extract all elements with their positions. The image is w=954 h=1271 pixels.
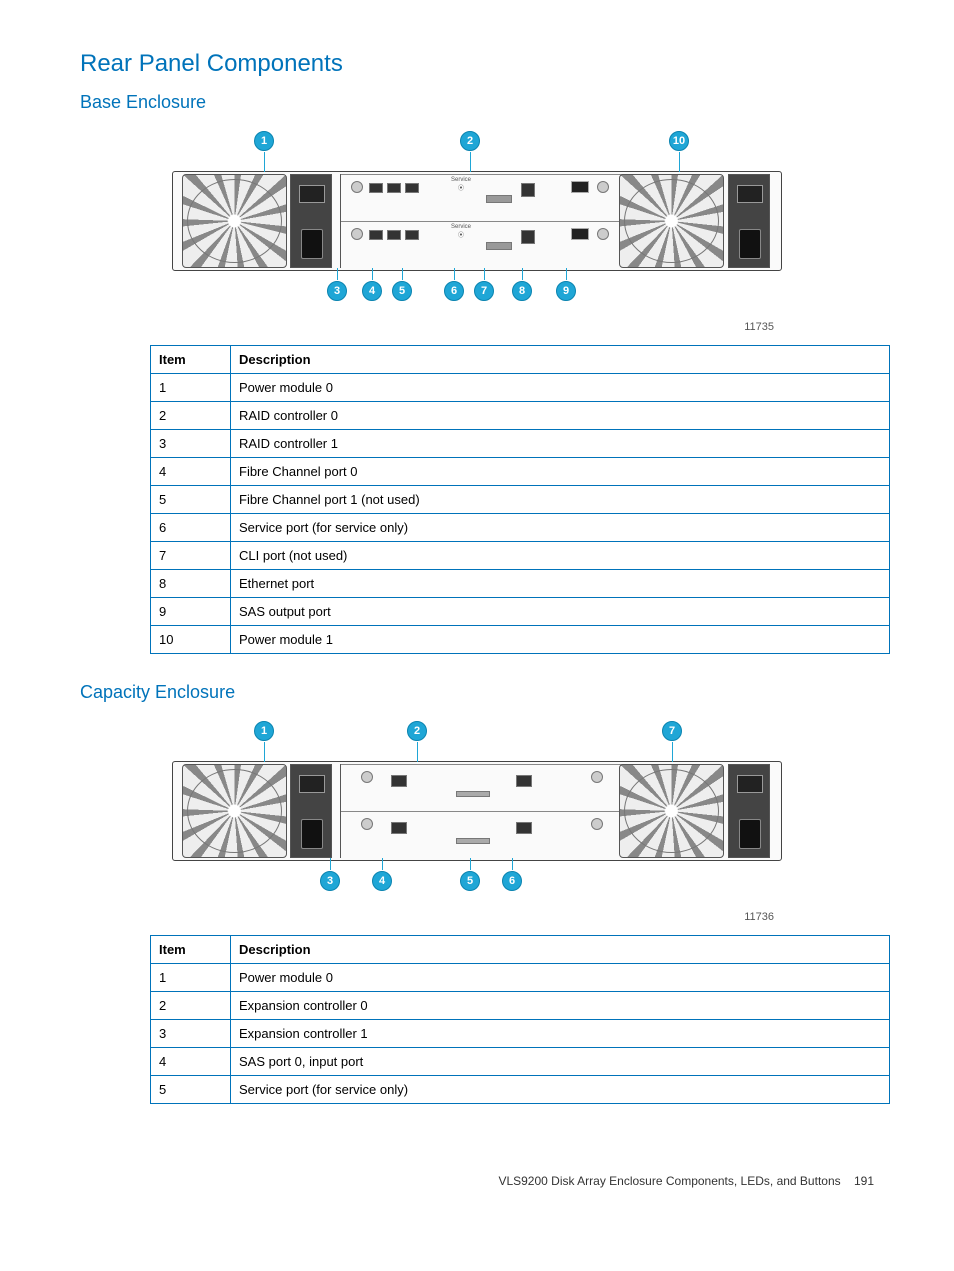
callout-c4: 4 bbox=[372, 871, 392, 891]
callout-1: 1 bbox=[254, 131, 274, 151]
table-row: 3RAID controller 1 bbox=[151, 430, 890, 458]
footer-text: VLS9200 Disk Array Enclosure Components,… bbox=[498, 1174, 840, 1188]
table-header-desc: Description bbox=[231, 936, 890, 964]
callout-c6: 6 bbox=[502, 871, 522, 891]
callout-8: 8 bbox=[512, 281, 532, 301]
table-capacity-enclosure: Item Description 1Power module 0 2Expans… bbox=[150, 935, 890, 1104]
table-row: 8Ethernet port bbox=[151, 570, 890, 598]
callout-c5: 5 bbox=[460, 871, 480, 891]
table-row: 10Power module 1 bbox=[151, 626, 890, 654]
callout-3: 3 bbox=[327, 281, 347, 301]
figure-caption-1: 11735 bbox=[80, 321, 874, 333]
callout-4: 4 bbox=[362, 281, 382, 301]
callout-6: 6 bbox=[444, 281, 464, 301]
callout-5: 5 bbox=[392, 281, 412, 301]
table-row: 7CLI port (not used) bbox=[151, 542, 890, 570]
callout-c3: 3 bbox=[320, 871, 340, 891]
section-heading-base: Base Enclosure bbox=[80, 92, 874, 113]
callout-c7: 7 bbox=[662, 721, 682, 741]
table-row: 6Service port (for service only) bbox=[151, 514, 890, 542]
table-header-desc: Description bbox=[231, 346, 890, 374]
table-header-item: Item bbox=[151, 346, 231, 374]
table-header-item: Item bbox=[151, 936, 231, 964]
section-heading-capacity: Capacity Enclosure bbox=[80, 682, 874, 703]
callout-10: 10 bbox=[669, 131, 689, 151]
table-row: 4SAS port 0, input port bbox=[151, 1048, 890, 1076]
table-row: 1Power module 0 bbox=[151, 964, 890, 992]
table-base-enclosure: Item Description 1Power module 0 2RAID c… bbox=[150, 345, 890, 654]
table-row: 3Expansion controller 1 bbox=[151, 1020, 890, 1048]
callout-7: 7 bbox=[474, 281, 494, 301]
table-row: 9SAS output port bbox=[151, 598, 890, 626]
figure-caption-2: 11736 bbox=[80, 911, 874, 923]
table-row: 4Fibre Channel port 0 bbox=[151, 458, 890, 486]
figure-capacity-enclosure: 1 2 7 3 4 5 6 bbox=[80, 721, 874, 901]
figure-base-enclosure: Service⦿ Service⦿ 1 2 10 bbox=[80, 131, 874, 311]
page-title: Rear Panel Components bbox=[80, 50, 874, 78]
callout-9: 9 bbox=[556, 281, 576, 301]
page-number: 191 bbox=[854, 1174, 874, 1188]
table-row: 5Fibre Channel port 1 (not used) bbox=[151, 486, 890, 514]
table-row: 2Expansion controller 0 bbox=[151, 992, 890, 1020]
table-row: 1Power module 0 bbox=[151, 374, 890, 402]
callout-2: 2 bbox=[460, 131, 480, 151]
page-footer: VLS9200 Disk Array Enclosure Components,… bbox=[80, 1174, 874, 1188]
callout-c1: 1 bbox=[254, 721, 274, 741]
callout-c2: 2 bbox=[407, 721, 427, 741]
table-row: 5Service port (for service only) bbox=[151, 1076, 890, 1104]
table-row: 2RAID controller 0 bbox=[151, 402, 890, 430]
